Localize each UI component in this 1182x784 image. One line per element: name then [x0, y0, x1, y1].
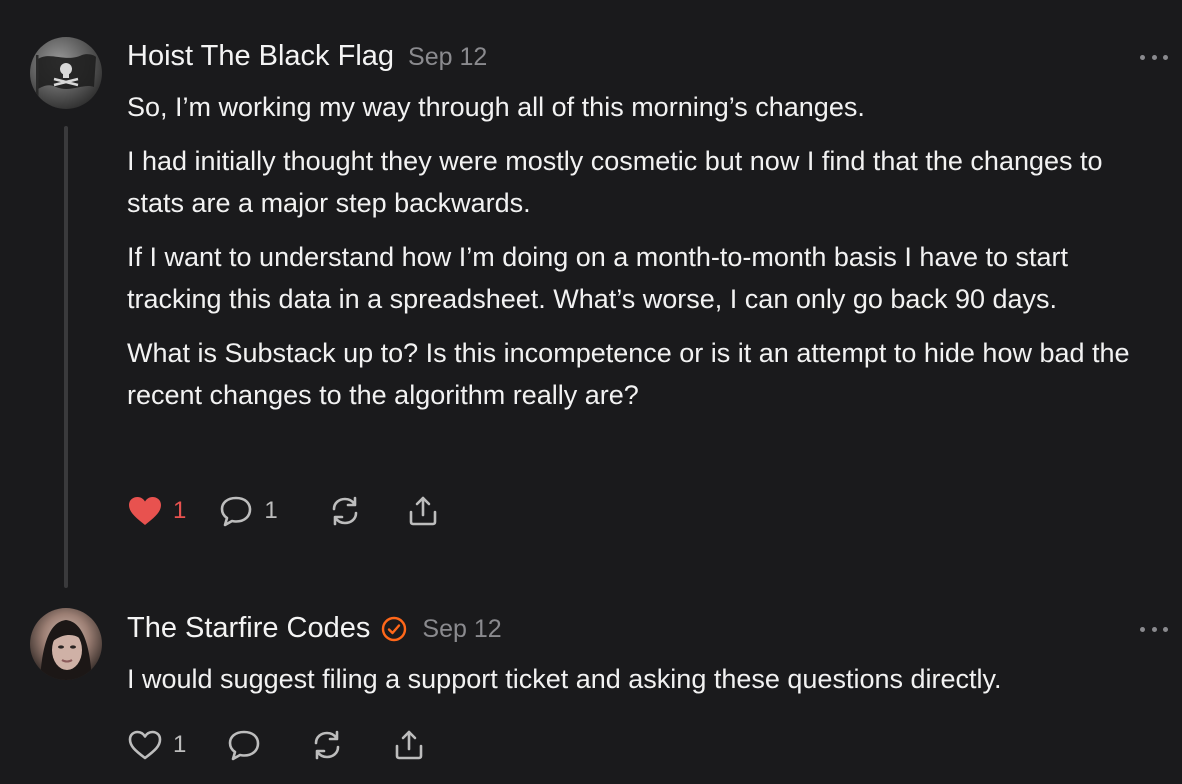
- more-options-button[interactable]: [1140, 52, 1168, 62]
- comment-paragraph: I would suggest filing a support ticket …: [127, 664, 1002, 694]
- author-name[interactable]: The Starfire Codes: [127, 612, 370, 645]
- pirate-flag-icon: [36, 54, 96, 103]
- restack-icon: [332, 496, 358, 526]
- like-count: 1: [173, 497, 187, 524]
- share-icon: [396, 730, 423, 760]
- dot-icon: [1140, 626, 1145, 632]
- comment-bubble-icon: [221, 496, 252, 527]
- avatar[interactable]: [30, 608, 102, 680]
- comment-paragraph: I had initially thought they were mostly…: [127, 146, 1103, 218]
- restack-button[interactable]: [310, 728, 344, 762]
- heart-filled-icon: [129, 497, 161, 525]
- like-button[interactable]: 1: [127, 495, 186, 527]
- dot-icon: [1140, 54, 1145, 60]
- thread-line: [64, 126, 68, 588]
- share-icon: [409, 496, 437, 526]
- comment-actions: 1: [127, 728, 458, 762]
- more-options-button[interactable]: [1140, 624, 1168, 634]
- comment-header: Hoist The Black Flag Sep 12: [127, 40, 487, 73]
- comment-paragraph: What is Substack up to? Is this incompet…: [127, 338, 1130, 410]
- dot-icon: [1163, 626, 1168, 632]
- avatar[interactable]: [30, 37, 102, 109]
- dot-icon: [1163, 54, 1168, 60]
- reply-count: 1: [264, 497, 278, 524]
- like-count: 1: [173, 731, 187, 758]
- share-button[interactable]: [392, 728, 426, 762]
- restack-icon: [315, 730, 340, 760]
- comment-actions: 1 1: [127, 494, 472, 528]
- like-button[interactable]: 1: [127, 729, 186, 761]
- dot-icon: [1151, 54, 1157, 60]
- comment-body: I would suggest filing a support ticket …: [127, 658, 1162, 712]
- comment-body: So, I’m working my way through all of th…: [127, 86, 1162, 428]
- dot-icon: [1151, 626, 1157, 632]
- comment-bubble-icon: [229, 730, 260, 761]
- comment-date[interactable]: Sep 12: [422, 615, 501, 644]
- share-button[interactable]: [406, 494, 440, 528]
- reply-button[interactable]: [226, 728, 262, 762]
- comment-date[interactable]: Sep 12: [408, 43, 487, 72]
- reply-button[interactable]: 1: [218, 494, 278, 528]
- restack-button[interactable]: [328, 494, 362, 528]
- profile-photo-icon: [40, 620, 92, 680]
- heart-outline-icon: [128, 730, 162, 760]
- author-name[interactable]: Hoist The Black Flag: [127, 40, 394, 73]
- comment-paragraph: If I want to understand how I’m doing on…: [127, 242, 1069, 314]
- comment-header: The Starfire Codes Sep 12: [127, 612, 502, 645]
- comment-paragraph: So, I’m working my way through all of th…: [127, 92, 865, 122]
- verified-badge-icon: [380, 615, 408, 643]
